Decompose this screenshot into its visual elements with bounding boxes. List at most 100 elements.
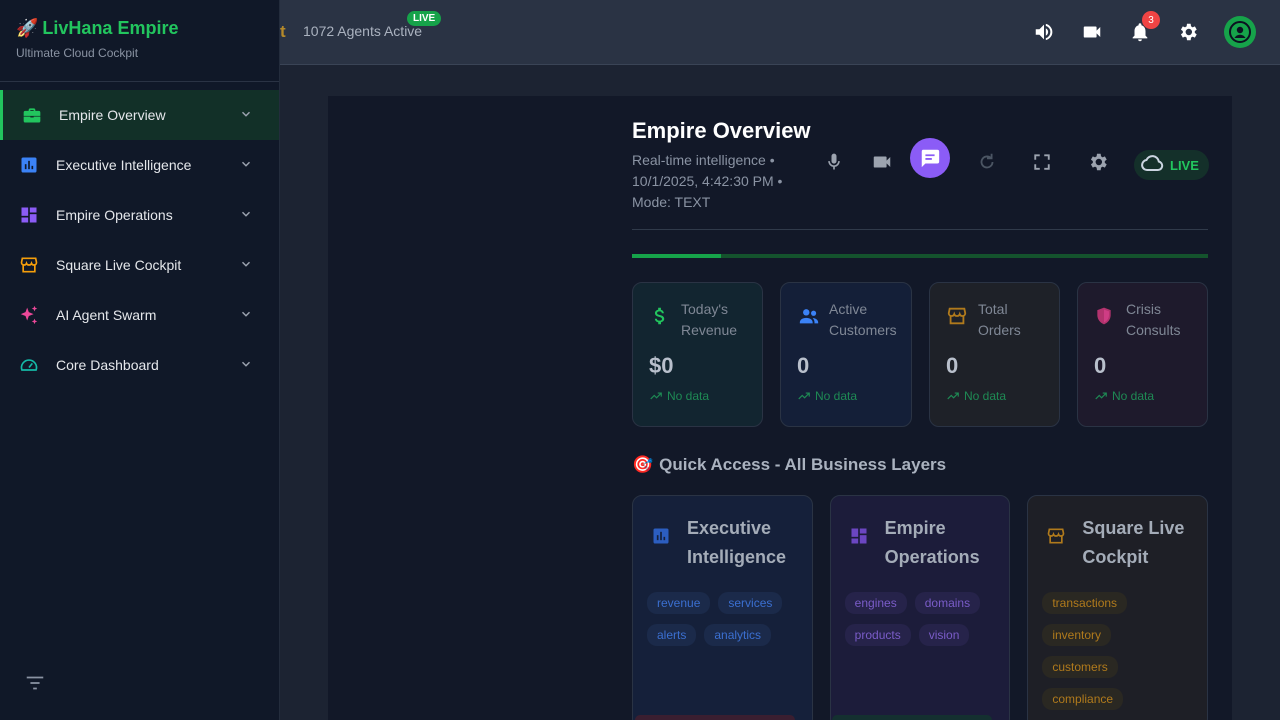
rocket-icon: 🚀 [16, 18, 39, 38]
brand-subtitle: Ultimate Cloud Cockpit [16, 46, 139, 60]
shield-icon [1094, 305, 1114, 332]
tag-chip[interactable]: engines [844, 592, 907, 614]
video-camera-icon[interactable] [862, 142, 902, 182]
sidebar-item-square-live-cockpit[interactable]: Square Live Cockpit [0, 240, 279, 290]
tag-list: revenue services alerts analytics [647, 592, 798, 646]
storefront-icon [1046, 526, 1066, 551]
sidebar-item-label: Empire Overview [59, 107, 166, 123]
stat-trend-text: No data [1112, 389, 1155, 403]
sidebar: 🚀 LivHana Empire Ultimate Cloud Cockpit … [0, 0, 280, 720]
brand-header: 🚀 LivHana Empire Ultimate Cloud Cockpit [0, 0, 279, 82]
sidebar-item-empire-operations[interactable]: Empire Operations [0, 190, 279, 240]
next-card-peek [635, 715, 795, 720]
bar-chart-icon [18, 154, 40, 176]
trending-up-icon [1095, 392, 1107, 400]
tag-chip[interactable]: inventory [1042, 624, 1112, 646]
brand-title[interactable]: 🚀 LivHana Empire [16, 18, 263, 39]
quick-access-card-square-live-cockpit[interactable]: Square Live Cockpit transactions invento… [1027, 495, 1209, 720]
sidebar-item-label: AI Agent Swarm [56, 307, 157, 323]
stat-trend: No data [649, 389, 746, 403]
filter-icon[interactable] [24, 672, 46, 699]
tag-chip[interactable]: compliance [1042, 688, 1124, 710]
sidebar-item-executive-intelligence[interactable]: Executive Intelligence [0, 140, 279, 190]
trending-up-icon [798, 392, 810, 400]
trending-up-icon [650, 392, 662, 400]
loading-progress-bar [632, 254, 1208, 258]
tag-chip[interactable]: vision [918, 624, 970, 646]
chevron-down-icon[interactable] [239, 357, 253, 374]
top-bar: t 1072 Agents Active LIVE 3 [280, 0, 1280, 65]
chevron-down-icon[interactable] [239, 207, 253, 224]
cloud-icon [1140, 152, 1164, 179]
live-badge: LIVE [407, 11, 442, 26]
stat-label: Active Customers [829, 301, 897, 338]
tag-chip[interactable]: analytics [704, 624, 772, 646]
stat-card-customers[interactable]: Active Customers 0 No data [780, 282, 912, 427]
bar-chart-icon [651, 526, 671, 551]
stat-label: Crisis Consults [1126, 301, 1181, 338]
sidebar-nav: Empire Overview Executive Intelligence E… [0, 90, 279, 390]
tag-chip[interactable]: domains [914, 592, 981, 614]
live-label: LIVE [1170, 157, 1199, 173]
trending-up-icon [947, 392, 959, 400]
tag-list: transactions inventory customers complia… [1042, 592, 1193, 710]
tag-chip[interactable]: transactions [1042, 592, 1128, 614]
sidebar-item-label: Square Live Cockpit [56, 257, 182, 273]
people-icon [797, 305, 821, 332]
page-title: Empire Overview [632, 118, 811, 143]
sidebar-item-label: Executive Intelligence [56, 157, 192, 173]
chevron-down-icon[interactable] [239, 157, 253, 174]
volume-icon[interactable] [1031, 19, 1057, 45]
sidebar-item-label: Empire Operations [56, 207, 173, 223]
progress-fill [632, 254, 722, 258]
brand-name: LivHana Empire [42, 18, 179, 38]
live-status-button[interactable]: LIVE [1134, 150, 1209, 180]
stat-value: 0 [797, 353, 810, 378]
tag-list: engines domains products vision [844, 592, 996, 646]
tag-chip[interactable]: revenue [647, 592, 711, 614]
sidebar-item-label: Core Dashboard [56, 357, 159, 373]
briefcase-icon [21, 104, 43, 126]
fullscreen-icon[interactable] [1022, 142, 1062, 182]
tag-chip[interactable]: products [844, 624, 911, 646]
stat-value: 0 [946, 353, 959, 378]
user-avatar-icon[interactable] [1224, 16, 1256, 48]
overview-content: Empire Overview Real-time intelligence •… [632, 118, 1209, 720]
chat-message-icon[interactable] [910, 138, 950, 178]
stat-trend: No data [797, 389, 895, 403]
stat-card-revenue[interactable]: Today's Revenue $0 No data [632, 282, 763, 427]
dollar-icon [649, 305, 671, 332]
quick-access-title: Quick Access - All Business Layers [659, 455, 947, 474]
stat-value: $0 [649, 353, 674, 378]
tag-chip[interactable]: customers [1042, 656, 1118, 678]
speedometer-icon [18, 354, 40, 376]
stat-card-orders[interactable]: Total Orders 0 No data [929, 282, 1060, 427]
chevron-down-icon[interactable] [239, 307, 253, 324]
chevron-down-icon[interactable] [239, 107, 253, 124]
next-card-peek [832, 715, 992, 720]
sidebar-item-empire-overview[interactable]: Empire Overview [0, 90, 279, 140]
quick-access-card-executive-intelligence[interactable]: Executive Intelligence revenue services … [632, 495, 813, 720]
page-subtitle: Real-time intelligence • 10/1/2025, 4:42… [632, 152, 783, 210]
stat-label: Total Orders [978, 301, 1021, 338]
quick-access-card-title: Executive Intelligence [687, 518, 787, 567]
gear-icon[interactable] [1175, 19, 1201, 45]
dashboard-grid-icon [18, 204, 40, 226]
sidebar-item-ai-agent-swarm[interactable]: AI Agent Swarm [0, 290, 279, 340]
microphone-icon[interactable] [814, 142, 854, 182]
stat-trend: No data [946, 389, 1043, 403]
stat-trend: No data [1094, 389, 1191, 403]
stat-card-crisis-consults[interactable]: Crisis Consults 0 No data [1077, 282, 1208, 427]
tag-chip[interactable]: services [718, 592, 783, 614]
video-camera-icon[interactable] [1079, 19, 1105, 45]
chevron-down-icon[interactable] [239, 257, 253, 274]
stat-trend-text: No data [964, 389, 1007, 403]
dashboard-grid-icon [849, 526, 869, 551]
tag-chip[interactable]: alerts [647, 624, 697, 646]
storefront-icon [946, 305, 968, 332]
gear-icon[interactable] [1078, 142, 1118, 182]
refresh-icon[interactable] [967, 142, 1007, 182]
quick-access-card-empire-operations[interactable]: Empire Operations engines domains produc… [829, 495, 1011, 720]
sidebar-item-core-dashboard[interactable]: Core Dashboard [0, 340, 279, 390]
page-header: Empire Overview Real-time intelligence •… [632, 118, 1209, 230]
